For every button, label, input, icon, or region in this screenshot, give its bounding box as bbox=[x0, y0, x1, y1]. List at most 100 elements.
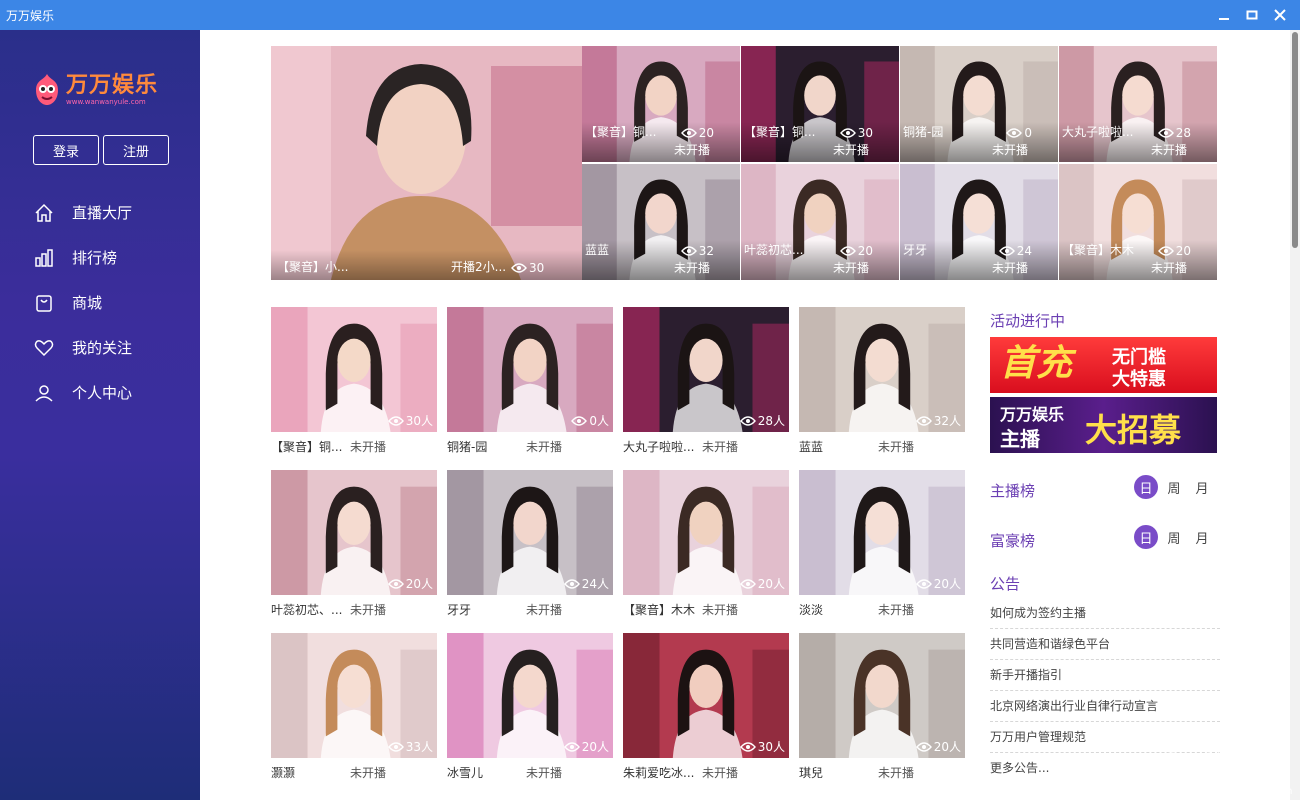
card-name[interactable]: 【聚音】铜... bbox=[271, 438, 349, 455]
banner1-big: 首充 bbox=[1000, 343, 1073, 384]
activity-title: 活动进行中 bbox=[990, 312, 1066, 330]
top-stream-tile[interactable]: 铜猪-园 0 未开播 bbox=[900, 46, 1058, 162]
nav-item-profile[interactable]: 个人中心 bbox=[0, 370, 200, 415]
stream-card[interactable]: 20人 叶蕊初芯、... 未开播 bbox=[271, 470, 437, 620]
card-thumbnail-wrap[interactable]: 32人 bbox=[799, 307, 965, 432]
tile-views: 20 bbox=[680, 126, 714, 140]
stream-card[interactable]: 24人 牙牙 未开播 bbox=[447, 470, 613, 620]
card-name[interactable]: 琪兒 bbox=[799, 764, 877, 781]
tab-month[interactable]: 月 bbox=[1190, 475, 1214, 499]
eye-icon bbox=[915, 415, 932, 426]
top-stream-grid: 【聚音】铜... 20 未开播 【聚音】铜... 30 未开播 铜猪-园 0 未开播 大丸子啦啦.… bbox=[582, 46, 1218, 280]
tab-day[interactable]: 日 bbox=[1134, 475, 1158, 499]
tab-week[interactable]: 周 bbox=[1162, 525, 1186, 549]
nav-label: 个人中心 bbox=[72, 384, 133, 402]
watermark-suffix: .com bbox=[1268, 786, 1293, 797]
card-thumbnail-wrap[interactable]: 20人 bbox=[799, 470, 965, 595]
card-views: 20人 bbox=[915, 575, 961, 592]
card-thumbnail-wrap[interactable]: 20人 bbox=[623, 470, 789, 595]
stream-card[interactable]: 28人大丸子啦啦... 未开播 bbox=[623, 307, 789, 457]
scrollbar-thumb[interactable] bbox=[1292, 32, 1298, 248]
featured-caption: 【聚音】小... 开播2小... 30 bbox=[271, 250, 582, 280]
tab-week[interactable]: 周 bbox=[1162, 475, 1186, 499]
card-name[interactable]: 淡淡 bbox=[799, 601, 877, 618]
main-content: 【聚音】小... 开播2小... 30 【聚音】铜... 20 未开播 【聚音】铜..… bbox=[200, 30, 1290, 800]
card-name[interactable]: 牙牙 bbox=[447, 601, 525, 618]
notice-item[interactable]: 北京网络演出行业自律行动宣言 bbox=[990, 691, 1220, 722]
card-views: 30人 bbox=[739, 738, 785, 755]
card-name[interactable]: 朱莉爱吃冰... bbox=[623, 764, 701, 781]
card-name[interactable]: 蓝蓝 bbox=[799, 438, 877, 455]
card-views-count: 28人 bbox=[757, 414, 785, 428]
card-thumbnail-wrap[interactable]: 24人 bbox=[447, 470, 613, 595]
card-status: 未开播 bbox=[526, 766, 563, 780]
vertical-scrollbar[interactable] bbox=[1290, 30, 1300, 800]
card-views-count: 30人 bbox=[405, 414, 433, 428]
card-name[interactable]: 冰雪儿 bbox=[447, 764, 525, 781]
stream-card[interactable]: 33人 灏灏 未开播 bbox=[271, 633, 437, 783]
card-thumbnail-wrap[interactable]: 30人 bbox=[271, 307, 437, 432]
top-stream-tile[interactable]: 【聚音】铜... 30 未开播 bbox=[741, 46, 899, 162]
stream-card[interactable]: 20人 【聚音】木木 未开播 bbox=[623, 470, 789, 620]
card-name[interactable]: 【聚音】木木 bbox=[623, 601, 701, 618]
top-stream-tile[interactable]: 叶蕊初芯... 20 未开播 bbox=[741, 164, 899, 280]
maximize-button[interactable] bbox=[1238, 3, 1266, 27]
notice-item[interactable]: 如何成为签约主播 bbox=[990, 598, 1220, 629]
tab-month[interactable]: 月 bbox=[1190, 525, 1214, 549]
tile-views: 0 bbox=[1006, 126, 1032, 140]
nav-item-following[interactable]: 我的关注 bbox=[0, 325, 200, 370]
stream-card[interactable]: 20人 琪兒 未开播 bbox=[799, 633, 965, 783]
stream-card[interactable]: 30人 【聚音】铜... 未开播 bbox=[271, 307, 437, 457]
notice-item[interactable]: 新手开播指引 bbox=[990, 660, 1220, 691]
tile-views-count: 0 bbox=[1024, 126, 1032, 140]
top-stream-tile[interactable]: 蓝蓝 32 未开播 bbox=[582, 164, 740, 280]
first-recharge-banner[interactable]: 首充 无门槛 大特惠 bbox=[990, 337, 1217, 393]
anchor-ranking-tabs: 日 周 月 bbox=[1130, 475, 1214, 499]
stream-card[interactable]: 0人 铜猪-园 未开播 bbox=[447, 307, 613, 457]
recruit-banner[interactable]: 万万娱乐 主播 大招募 bbox=[990, 397, 1217, 453]
card-name[interactable]: 灏灏 bbox=[271, 764, 349, 781]
card-name[interactable]: 大丸子啦啦... bbox=[623, 438, 701, 455]
top-stream-tile[interactable]: 牙牙 24 未开播 bbox=[900, 164, 1058, 280]
nav-item-ranking[interactable]: 排行榜 bbox=[0, 235, 200, 280]
top-stream-tile[interactable]: 大丸子啦啦... 28 未开播 bbox=[1059, 46, 1217, 162]
nav-item-live-hall[interactable]: 直播大厅 bbox=[0, 190, 200, 235]
login-button[interactable]: 登录 bbox=[33, 135, 99, 165]
tile-status: 未开播 bbox=[674, 261, 711, 275]
maximize-icon bbox=[1246, 10, 1258, 20]
card-status: 未开播 bbox=[702, 440, 739, 454]
eye-icon bbox=[739, 578, 756, 589]
notice-item[interactable]: 共同营造和谐绿色平台 bbox=[990, 629, 1220, 660]
card-thumbnail-wrap[interactable]: 28人 bbox=[623, 307, 789, 432]
stream-card[interactable]: 30人 朱莉爱吃冰... 未开播 bbox=[623, 633, 789, 783]
card-name[interactable]: 铜猪-园 bbox=[447, 438, 525, 455]
bar-chart-icon bbox=[35, 248, 53, 267]
card-views: 33人 bbox=[387, 738, 433, 755]
card-thumbnail-wrap[interactable]: 33人 bbox=[271, 633, 437, 758]
stream-card[interactable]: 32人 蓝蓝 未开播 bbox=[799, 307, 965, 457]
tile-status: 未开播 bbox=[1151, 143, 1188, 157]
card-views-count: 0人 bbox=[589, 414, 609, 428]
card-name[interactable]: 叶蕊初芯、... bbox=[271, 601, 349, 618]
card-thumbnail-wrap[interactable]: 0人 bbox=[447, 307, 613, 432]
tab-day[interactable]: 日 bbox=[1134, 525, 1158, 549]
close-button[interactable] bbox=[1266, 3, 1294, 27]
top-stream-tile[interactable]: 【聚音】铜... 20 未开播 bbox=[582, 46, 740, 162]
card-thumbnail-wrap[interactable]: 20人 bbox=[271, 470, 437, 595]
stream-card[interactable]: 20人冰雪儿 未开播 bbox=[447, 633, 613, 783]
app-logo[interactable]: 万万娱乐 www.wanwanyule.com bbox=[32, 70, 158, 110]
tile-status: 未开播 bbox=[833, 261, 870, 275]
minimize-button[interactable] bbox=[1210, 3, 1238, 27]
tile-status: 未开播 bbox=[1151, 261, 1188, 275]
stream-card[interactable]: 20人 淡淡 未开播 bbox=[799, 470, 965, 620]
nav-item-shop[interactable]: 商城 bbox=[0, 280, 200, 325]
featured-stream[interactable]: 【聚音】小... 开播2小... 30 bbox=[271, 46, 582, 280]
card-thumbnail-wrap[interactable]: 20人 bbox=[799, 633, 965, 758]
eye-icon bbox=[571, 415, 588, 426]
top-stream-tile[interactable]: 【聚音】木木 20 未开播 bbox=[1059, 164, 1217, 280]
tile-views-count: 30 bbox=[857, 126, 873, 140]
register-button[interactable]: 注册 bbox=[103, 135, 169, 165]
card-thumbnail-wrap[interactable]: 30人 bbox=[623, 633, 789, 758]
card-thumbnail-wrap[interactable]: 20人 bbox=[447, 633, 613, 758]
tile-status: 未开播 bbox=[992, 143, 1029, 157]
